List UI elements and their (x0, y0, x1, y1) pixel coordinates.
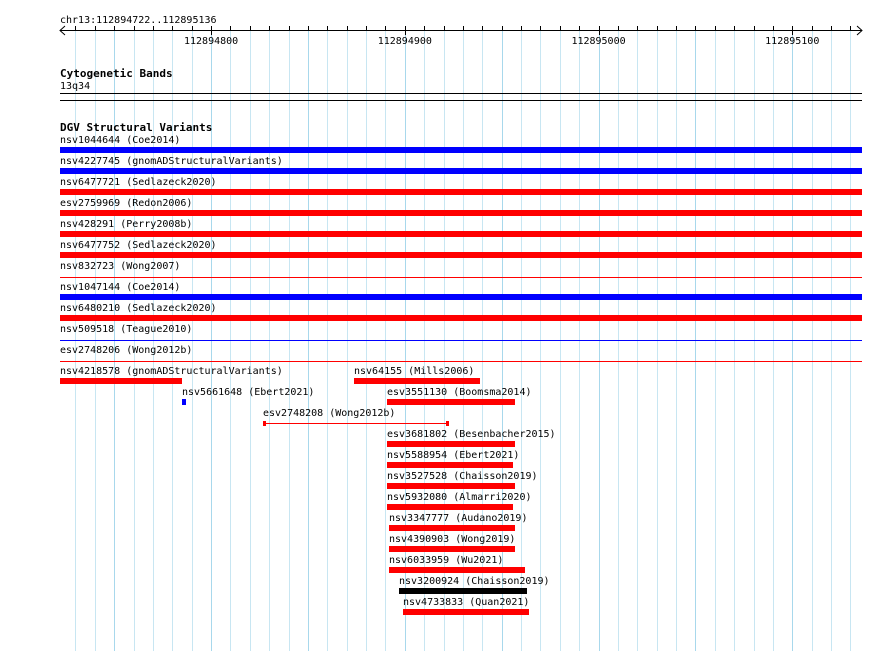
dgv-variant-label[interactable]: nsv6477752 (Sedlazeck2020) (60, 240, 217, 251)
dgv-variant-label[interactable]: nsv5932080 (Almarri2020) (387, 492, 532, 503)
dgv-variant-bar[interactable] (60, 315, 862, 321)
dgv-variant-bar[interactable] (399, 588, 527, 594)
cytoband-band-top (60, 93, 862, 94)
dgv-variant-bar[interactable] (403, 609, 529, 615)
dgv-variant-label[interactable]: nsv832723 (Wong2007) (60, 261, 180, 272)
dgv-track-title: DGV Structural Variants (60, 121, 213, 134)
dgv-variant-bar[interactable] (387, 483, 515, 489)
dgv-variant-bar[interactable] (389, 525, 515, 531)
dgv-variant-bar[interactable] (60, 210, 862, 216)
dgv-variant-bar[interactable] (60, 378, 182, 384)
dgv-variant-label[interactable]: nsv4218578 (gnomADStructuralVariants) (60, 366, 283, 377)
dgv-variant-label[interactable]: esv2759969 (Redon2006) (60, 198, 192, 209)
dgv-variant-label[interactable]: nsv6477721 (Sedlazeck2020) (60, 177, 217, 188)
dgv-variant-label[interactable]: nsv4390903 (Wong2019) (389, 534, 515, 545)
dgv-variant-bar[interactable] (387, 399, 515, 405)
dgv-variant-bar[interactable] (182, 399, 186, 405)
ruler-tick-label: 112895100 (765, 36, 819, 47)
dgv-variant-bar[interactable] (387, 504, 513, 510)
dgv-variant-bar[interactable] (60, 231, 862, 237)
dgv-variant-bar[interactable] (389, 546, 515, 552)
dgv-variant-bar[interactable] (60, 361, 862, 362)
ruler-tick-label: 112894900 (378, 36, 432, 47)
cytoband-band-bottom (60, 100, 862, 101)
cytoband-label: 13q34 (60, 81, 91, 92)
dgv-variant-bar[interactable] (60, 294, 862, 300)
dgv-variant-label[interactable]: nsv3200924 (Chaisson2019) (399, 576, 550, 587)
dgv-variant-label[interactable]: esv2748206 (Wong2012b) (60, 345, 192, 356)
dgv-variant-label[interactable]: nsv1044644 (Coe2014) (60, 135, 180, 146)
dgv-variant-label[interactable]: nsv4227745 (gnomADStructuralVariants) (60, 156, 283, 167)
dgv-variant-end-cap[interactable] (446, 421, 449, 426)
dgv-variant-bar[interactable] (60, 340, 862, 341)
dgv-variant-bar[interactable] (263, 423, 449, 424)
dgv-variant-label[interactable]: nsv428291 (Perry2008b) (60, 219, 192, 230)
dgv-variant-label[interactable]: esv3681802 (Besenbacher2015) (387, 429, 556, 440)
dgv-variant-end-cap[interactable] (263, 421, 266, 426)
dgv-variant-bar[interactable] (354, 378, 480, 384)
dgv-variant-label[interactable]: nsv5588954 (Ebert2021) (387, 450, 519, 461)
dgv-variant-label[interactable]: nsv5661648 (Ebert2021) (182, 387, 314, 398)
dgv-variant-label[interactable]: esv2748208 (Wong2012b) (263, 408, 395, 419)
dgv-variant-label[interactable]: esv3551130 (Boomsma2014) (387, 387, 532, 398)
dgv-variant-bar[interactable] (60, 147, 862, 153)
dgv-variant-bar[interactable] (387, 441, 515, 447)
dgv-variant-bar[interactable] (60, 277, 862, 278)
dgv-variant-bar[interactable] (389, 567, 525, 573)
dgv-variant-bar[interactable] (387, 462, 513, 468)
dgv-variant-label[interactable]: nsv6033959 (Wu2021) (389, 555, 503, 566)
dgv-variant-label[interactable]: nsv4733833 (Quan2021) (403, 597, 529, 608)
dgv-variant-bar[interactable] (60, 189, 862, 195)
dgv-variant-label[interactable]: nsv509518 (Teague2010) (60, 324, 192, 335)
dgv-variant-label[interactable]: nsv64155 (Mills2006) (354, 366, 474, 377)
ruler-tick-label: 112895000 (571, 36, 625, 47)
dgv-variant-label[interactable]: nsv3527528 (Chaisson2019) (387, 471, 538, 482)
dgv-variant-label[interactable]: nsv3347777 (Audano2019) (389, 513, 527, 524)
dgv-variant-bar[interactable] (60, 168, 862, 174)
ruler-tick-label: 112894800 (184, 36, 238, 47)
dgv-variant-label[interactable]: nsv1047144 (Coe2014) (60, 282, 180, 293)
dgv-variant-bar[interactable] (60, 252, 862, 258)
dgv-variant-label[interactable]: nsv6480210 (Sedlazeck2020) (60, 303, 217, 314)
ruler[interactable]: 112894800 112894900 112895000 112895100 (0, 24, 890, 48)
cytoband-track-title: Cytogenetic Bands (60, 67, 173, 80)
